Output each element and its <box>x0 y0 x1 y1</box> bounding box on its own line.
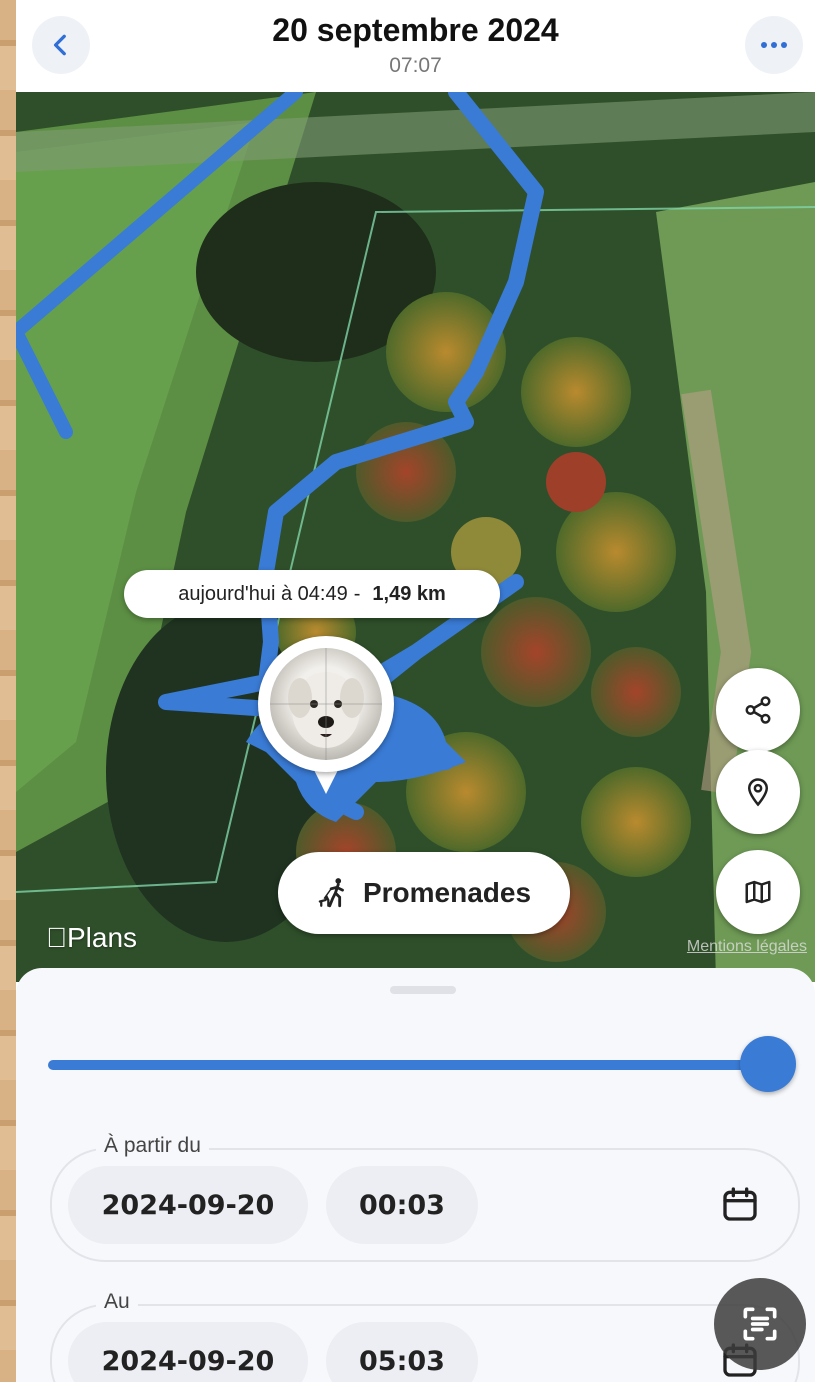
bottom-sheet: À partir du 2024-09-20 00:03 Au 2024-09-… <box>16 968 815 1382</box>
pet-avatar <box>270 648 382 760</box>
walks-button-label: Promenades <box>362 877 532 908</box>
map-type-button[interactable] <box>716 850 800 934</box>
share-icon <box>745 696 771 724</box>
background-wood <box>0 0 16 1382</box>
app-screen: 20 septembre 2024 07:07 aujourd'hui à 04… <box>16 0 815 1382</box>
page-title: 20 septembre 2024 <box>272 12 559 48</box>
sheet-grabber[interactable] <box>390 986 456 994</box>
from-range-field: À partir du 2024-09-20 00:03 <box>50 1134 800 1262</box>
tooltip-distance: 1,49 km <box>372 582 446 605</box>
map-view[interactable]: aujourd'hui à 04:49 - 1,49 km Promenades… <box>16 92 815 982</box>
more-horizontal-icon <box>761 42 787 48</box>
scan-text-button[interactable] <box>714 1278 806 1370</box>
tooltip-time: aujourd'hui à 04:49 <box>178 582 348 605</box>
page-subtitle-time: 07:07 <box>389 54 442 77</box>
map-icon <box>745 880 771 904</box>
more-button[interactable] <box>745 16 803 74</box>
from-date-chip[interactable]: 2024-09-20 <box>68 1166 308 1244</box>
tooltip-separator: - <box>353 582 361 605</box>
time-slider-thumb[interactable] <box>740 1036 796 1092</box>
dog-walker-icon <box>318 878 344 908</box>
legal-mentions-link[interactable]: Mentions légales <box>687 938 807 956</box>
time-slider-track[interactable] <box>48 1060 768 1070</box>
to-date-chip[interactable]: 2024-09-20 <box>68 1322 308 1382</box>
walks-button[interactable]: Promenades <box>278 852 570 934</box>
satellite-map <box>16 92 815 982</box>
to-label: Au <box>96 1290 138 1314</box>
location-button[interactable] <box>716 750 800 834</box>
to-range-field: Au 2024-09-20 05:03 <box>50 1290 800 1382</box>
share-button[interactable] <box>716 668 800 752</box>
from-time-chip[interactable]: 00:03 <box>326 1166 478 1244</box>
location-time-tooltip: aujourd'hui à 04:49 - 1,49 km <box>124 570 500 618</box>
pin-circle <box>258 636 394 772</box>
header: 20 septembre 2024 07:07 <box>16 0 815 92</box>
calendar-icon[interactable] <box>720 1184 760 1224</box>
text-scan-icon <box>743 1307 777 1341</box>
pet-location-pin[interactable] <box>258 636 394 796</box>
location-pin-icon <box>747 778 769 807</box>
apple-maps-attribution: Plans <box>46 922 137 953</box>
to-time-chip[interactable]: 05:03 <box>326 1322 478 1382</box>
from-label: À partir du <box>96 1134 209 1158</box>
dog-face-image <box>270 648 382 760</box>
apple-logo-icon:  <box>46 922 67 953</box>
